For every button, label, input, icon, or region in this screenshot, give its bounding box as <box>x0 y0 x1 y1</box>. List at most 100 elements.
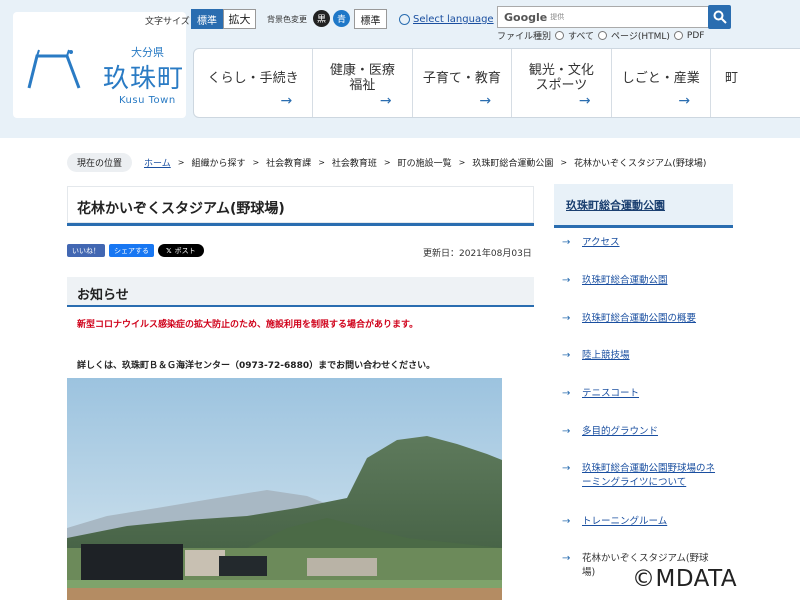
nav-label: しごと・産業 <box>621 70 700 86</box>
filetype-pdf-radio[interactable] <box>673 31 683 40</box>
arrow-right-icon: → <box>562 553 571 564</box>
filetype-all-label: すべて <box>568 32 595 42</box>
arrow-right-icon: → <box>562 350 571 361</box>
site-header: 大分県 玖珠町 Kusu Town 文字サイズ 標準 拡大 背景色変更 黒 青 … <box>0 0 800 138</box>
nav-label: 観光・文化 <box>528 63 594 79</box>
sidebar-item-tennis[interactable]: → テニスコート <box>562 387 733 402</box>
sidebar-item-athletics[interactable]: → 陸上競技場 <box>562 349 733 364</box>
sidebar-item-naming-rights[interactable]: → 玖珠町総合運動公園野球場のネ ーミングライツについて <box>562 462 733 490</box>
chevron-right-icon: > <box>318 157 325 167</box>
arrow-right-icon: → <box>479 92 492 109</box>
bg-blue-button[interactable]: 青 <box>333 10 350 27</box>
arrow-right-icon: → <box>562 313 571 324</box>
search-icon <box>713 10 727 24</box>
breadcrumb-home-link[interactable]: ホーム <box>144 156 171 169</box>
x-post-label: ポスト <box>174 246 196 255</box>
arrow-right-icon: → <box>280 92 293 109</box>
sidebar-item-label: 花林かいぞくスタジアム(野球 <box>582 553 709 564</box>
nav-item-health[interactable]: 健康・医療 福祉 → <box>313 49 413 117</box>
font-size-label: 文字サイズ <box>145 17 190 27</box>
chevron-right-icon: > <box>383 157 391 167</box>
page-title: 花林かいぞくスタジアム(野球場) <box>67 186 534 226</box>
arrow-right-icon: → <box>562 237 571 248</box>
search-input[interactable]: Google 提供 <box>497 6 709 28</box>
sidebar-item-park[interactable]: → 玖珠町総合運動公園 <box>562 274 733 289</box>
stadium-photo <box>67 378 502 600</box>
breadcrumb-link[interactable]: 玖珠町総合運動公園 <box>472 156 553 169</box>
chevron-right-icon: > <box>252 157 260 167</box>
x-logo-icon: 𝕏 <box>166 246 172 255</box>
updated-date: 更新日：2021年08月03日 <box>423 249 532 259</box>
nav-label: 町 <box>725 70 739 86</box>
nav-item-life[interactable]: くらし・手続き → <box>194 49 314 117</box>
google-provided-label: 提供 <box>550 13 565 21</box>
arrow-right-icon: → <box>578 92 591 109</box>
global-nav: くらし・手続き → 健康・医療 福祉 → 子育て・教育 → 観光・文化 スポーツ →… <box>193 48 800 118</box>
bg-standard-button[interactable]: 標準 <box>354 9 387 29</box>
breadcrumb-link[interactable]: 組織から探す <box>191 156 245 169</box>
sidebar-item-label: 多目的グラウンド <box>582 426 659 437</box>
nav-label: 健康・医療 <box>329 63 395 79</box>
notice-heading: お知らせ <box>67 277 534 307</box>
nav-label-line2: スポーツ <box>535 78 588 93</box>
sidebar-item-training[interactable]: → トレーニングルーム <box>562 515 733 530</box>
facebook-like-button[interactable]: いいね！ <box>67 244 105 257</box>
copyright-watermark: ©MDATA <box>632 566 738 592</box>
bg-black-button[interactable]: 黒 <box>313 10 330 27</box>
sidebar-item-label: トレーニングルーム <box>582 516 668 527</box>
logo-town-name: 玖珠町 <box>103 64 185 94</box>
sidebar-item-access[interactable]: → アクセス <box>562 236 733 251</box>
globe-icon <box>399 14 410 25</box>
arrow-right-icon: → <box>562 275 571 286</box>
search-button[interactable] <box>708 5 731 29</box>
font-size-standard-button[interactable]: 標準 <box>191 9 223 29</box>
sidebar-item-overview[interactable]: → 玖珠町総合運動公園の概要 <box>562 312 733 327</box>
filetype-label: ファイル種別 <box>497 32 552 42</box>
chevron-right-icon: > <box>458 157 466 167</box>
nav-item-tourism[interactable]: 観光・文化 スポーツ → <box>512 49 612 117</box>
breadcrumb-link[interactable]: 町の施設一覧 <box>398 156 452 169</box>
nav-item-town[interactable]: 町 <box>711 49 800 117</box>
sidebar-item-label: 玖珠町総合運動公園の概要 <box>582 313 697 324</box>
google-label: Google <box>504 10 548 24</box>
filetype-all-radio[interactable] <box>555 31 565 40</box>
font-size-large-button[interactable]: 拡大 <box>223 9 256 29</box>
arrow-right-icon: → <box>379 92 392 109</box>
nav-item-childcare[interactable]: 子育て・教育 → <box>413 49 513 117</box>
facebook-share-button[interactable]: シェアする <box>109 244 154 257</box>
select-language-link[interactable]: Select language <box>399 14 494 25</box>
town-logo[interactable]: 大分県 玖珠町 Kusu Town <box>13 12 186 118</box>
arrow-right-icon: → <box>562 388 571 399</box>
breadcrumb-current: 花林かいぞくスタジアム(野球場) <box>574 158 707 169</box>
sidebar-item-label-line2: 場) <box>582 566 596 578</box>
logo-town-english: Kusu Town <box>119 95 176 106</box>
nav-item-work[interactable]: しごと・産業 → <box>612 49 712 117</box>
social-buttons: いいね！ シェアする 𝕏 ポスト <box>67 244 204 257</box>
arrow-right-icon: → <box>678 92 691 109</box>
breadcrumb-link[interactable]: 社会教育班 <box>332 156 377 169</box>
filetype-filter: ファイル種別 すべて ページ(HTML) PDF <box>497 29 705 43</box>
nav-label: くらし・手続き <box>207 70 299 86</box>
arrow-right-icon: → <box>562 516 571 527</box>
covid-notice: 新型コロナウイルス感染症の拡大防止のため、施設利用を制限する場合があります。 <box>77 320 419 330</box>
sidebar-item-label-line2: ーミングライツについて <box>582 476 687 488</box>
sidebar-item-multipurpose[interactable]: → 多目的グラウンド <box>562 425 733 440</box>
filetype-html-label: ページ(HTML) <box>611 32 670 42</box>
contact-info: 詳しくは、玖珠町Ｂ＆Ｇ海洋センター（0973-72-6880）までお問い合わせく… <box>77 361 436 371</box>
breadcrumb: 現在の位置 ホーム > 組織から探す > 社会教育課 > 社会教育班 > 町の施… <box>67 152 707 172</box>
breadcrumb-link[interactable]: 社会教育課 <box>266 156 311 169</box>
nav-label: 子育て・教育 <box>422 70 501 86</box>
sidebar-item-label: 玖珠町総合運動公園野球場のネ <box>582 463 716 474</box>
bg-color-label: 背景色変更 <box>267 15 307 24</box>
sidebar-title-link[interactable]: 玖珠町総合運動公園 <box>554 184 733 228</box>
sidebar-item-label: 陸上競技場 <box>582 350 630 361</box>
filetype-html-radio[interactable] <box>598 31 608 40</box>
filetype-pdf-label: PDF <box>686 30 705 41</box>
chevron-right-icon: > <box>560 157 568 167</box>
chevron-right-icon: > <box>177 157 185 167</box>
town-emblem-icon <box>27 49 81 89</box>
sidebar-item-label: テニスコート <box>582 388 640 399</box>
select-language-label: Select language <box>413 14 494 25</box>
arrow-right-icon: → <box>562 463 571 474</box>
x-post-button[interactable]: 𝕏 ポスト <box>158 244 204 257</box>
